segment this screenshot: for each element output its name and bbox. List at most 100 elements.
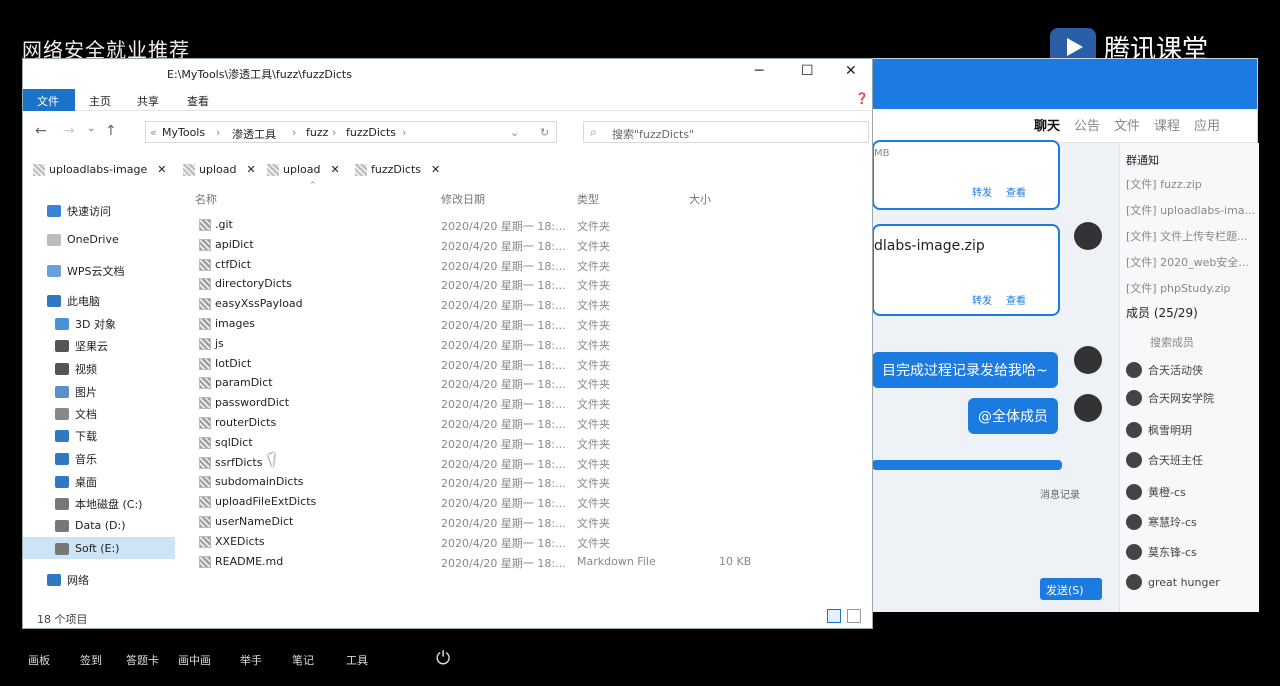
file-row[interactable]: IotDict 2020/4/20 星期一 18:... 文件夹 <box>193 354 853 374</box>
nav-onedrive[interactable]: OneDrive <box>47 233 119 246</box>
ribbon-share-tab[interactable]: 共享 <box>137 93 159 109</box>
address-dropdown-icon[interactable]: ⌄ <box>510 126 519 139</box>
close-tab-icon[interactable]: ✕ <box>157 163 166 176</box>
close-tab-icon[interactable]: ✕ <box>431 163 440 176</box>
toolbar-raise-hand[interactable]: 举手 <box>240 652 262 668</box>
avatar[interactable] <box>1074 222 1102 250</box>
nav-downloads[interactable]: 下载 <box>55 428 97 444</box>
search-box[interactable]: ⌕ 搜索"fuzzDicts" <box>583 121 869 143</box>
member-item[interactable]: 寒慧玲-cs <box>1126 514 1197 530</box>
file-row[interactable]: .git 2020/4/20 星期一 18:... 文件夹 <box>193 215 853 235</box>
member-item[interactable]: 莫东锋-cs <box>1126 544 1197 560</box>
avatar[interactable] <box>1074 346 1102 374</box>
ribbon-home-tab[interactable]: 主页 <box>89 93 111 109</box>
shared-file[interactable]: [文件] 文件上传专栏题... <box>1126 228 1248 244</box>
title-bar[interactable]: E:\MyTools\渗透工具\fuzz\fuzzDicts ─ ☐ ✕ <box>23 59 872 87</box>
file-message-bubble[interactable] <box>872 140 1060 210</box>
nav-quick-access[interactable]: 快速访问 <box>47 203 111 219</box>
toolbar-tools[interactable]: 工具 <box>346 652 368 668</box>
nav-3d-objects[interactable]: 3D 对象 <box>55 316 116 332</box>
file-row[interactable]: sqlDict 2020/4/20 星期一 18:... 文件夹 <box>193 433 853 453</box>
nav-drive-e[interactable]: Soft (E:) <box>55 542 119 555</box>
tab-notice[interactable]: 公告 <box>1074 115 1100 134</box>
nav-wps-cloud[interactable]: WPS云文档 <box>47 263 125 279</box>
member-search[interactable]: 搜索成员 <box>1150 334 1194 350</box>
tab-chat[interactable]: 聊天 <box>1034 115 1060 134</box>
forward-link[interactable]: 转发 <box>972 184 992 199</box>
column-header-size[interactable]: 大小 <box>689 191 711 207</box>
close-icon[interactable]: ✕ <box>845 63 857 79</box>
member-item[interactable]: 合天活动侠 <box>1126 362 1203 378</box>
large-icons-view-icon[interactable] <box>847 609 861 623</box>
view-link[interactable]: 查看 <box>1006 184 1026 199</box>
folder-tab-active[interactable]: fuzzDicts ✕ <box>355 163 440 176</box>
shared-file[interactable]: [文件] uploadlabs-ima... <box>1126 202 1255 218</box>
file-row[interactable]: ssrfDicts 2020/4/20 星期一 18:... 文件夹 <box>193 453 853 473</box>
group-notice-label[interactable]: 群通知 <box>1126 152 1159 168</box>
breadcrumb-segment[interactable]: MyTools <box>162 126 205 139</box>
file-row[interactable]: README.md 2020/4/20 星期一 18:... Markdown Fi… <box>193 552 853 572</box>
file-row[interactable]: uploadFileExtDicts 2020/4/20 星期一 18:... 文件… <box>193 492 853 512</box>
breadcrumb-segment[interactable]: fuzzDicts <box>346 126 396 139</box>
close-tab-icon[interactable]: ✕ <box>330 163 339 176</box>
view-link-2[interactable]: 查看 <box>1006 292 1026 307</box>
up-arrow-icon[interactable]: ↑ <box>105 123 117 139</box>
file-row[interactable]: ctfDict 2020/4/20 星期一 18:... 文件夹 <box>193 255 853 275</box>
help-icon[interactable]: ❓ <box>855 92 869 105</box>
nav-documents[interactable]: 文档 <box>55 406 97 422</box>
folder-tab[interactable]: upload ✕ <box>183 163 256 176</box>
nav-this-pc[interactable]: 此电脑 <box>47 293 100 309</box>
column-header-date[interactable]: 修改日期 <box>441 191 485 207</box>
file-row[interactable]: passwordDict 2020/4/20 星期一 18:... 文件夹 <box>193 393 853 413</box>
ribbon-view-tab[interactable]: 查看 <box>187 93 209 109</box>
toolbar-pip[interactable]: 画中画 <box>178 652 211 668</box>
toolbar-notes[interactable]: 笔记 <box>292 652 314 668</box>
file-row[interactable]: apiDict 2020/4/20 星期一 18:... 文件夹 <box>193 235 853 255</box>
nav-music[interactable]: 音乐 <box>55 451 97 467</box>
file-row[interactable]: directoryDicts 2020/4/20 星期一 18:... 文件夹 <box>193 274 853 294</box>
history-link[interactable]: 消息记录 <box>1040 486 1080 501</box>
breadcrumb-segment[interactable]: fuzz <box>306 126 328 139</box>
recent-dropdown-icon[interactable]: ⌄ <box>87 123 95 134</box>
file-row[interactable]: easyXssPayload 2020/4/20 星期一 18:... 文件夹 <box>193 294 853 314</box>
column-header-name[interactable]: 名称 <box>195 191 217 207</box>
refresh-icon[interactable]: ↻ <box>540 126 549 139</box>
folder-tab[interactable]: upload ✕ <box>267 163 340 176</box>
toolbar-whiteboard[interactable]: 画板 <box>28 652 50 668</box>
nav-jianguoyun[interactable]: 坚果云 <box>55 338 108 354</box>
file-row[interactable]: XXEDicts 2020/4/20 星期一 18:... 文件夹 <box>193 532 853 552</box>
file-row[interactable]: images 2020/4/20 星期一 18:... 文件夹 <box>193 314 853 334</box>
forward-arrow-icon[interactable]: → <box>63 123 75 139</box>
close-tab-icon[interactable]: ✕ <box>246 163 255 176</box>
nav-pictures[interactable]: 图片 <box>55 384 97 400</box>
toolbar-answer-card[interactable]: 答题卡 <box>126 652 159 668</box>
tab-courses[interactable]: 课程 <box>1154 115 1180 134</box>
send-button[interactable]: 发送(S) <box>1040 578 1102 600</box>
member-item[interactable]: 黄橙-cs <box>1126 484 1186 500</box>
shared-file[interactable]: [文件] 2020_web安全... <box>1126 254 1249 270</box>
file-row[interactable]: routerDicts 2020/4/20 星期一 18:... 文件夹 <box>193 413 853 433</box>
toolbar-checkin[interactable]: 签到 <box>80 652 102 668</box>
file-row[interactable]: paramDict 2020/4/20 星期一 18:... 文件夹 <box>193 373 853 393</box>
power-icon[interactable]: ⏻ <box>436 648 450 669</box>
member-item[interactable]: great hunger <box>1126 574 1220 590</box>
member-item[interactable]: 枫雪明玥 <box>1126 422 1192 438</box>
nav-desktop[interactable]: 桌面 <box>55 474 97 490</box>
back-arrow-icon[interactable]: ← <box>35 123 47 139</box>
nav-network[interactable]: 网络 <box>47 572 89 588</box>
maximize-icon[interactable]: ☐ <box>801 63 814 79</box>
address-bar[interactable]: « MyTools › 渗透工具 › fuzz › fuzzDicts › ⌄ … <box>145 121 557 143</box>
breadcrumb-segment[interactable]: 渗透工具 <box>232 126 276 142</box>
nav-videos[interactable]: 视频 <box>55 361 97 377</box>
file-row[interactable]: subdomainDicts 2020/4/20 星期一 18:... 文件夹 <box>193 472 853 492</box>
folder-tab[interactable]: uploadlabs-image ✕ <box>33 163 166 176</box>
tab-files[interactable]: 文件 <box>1114 115 1140 134</box>
avatar[interactable] <box>1074 394 1102 422</box>
nav-drive-d[interactable]: Data (D:) <box>55 519 126 532</box>
file-row[interactable]: userNameDict 2020/4/20 星期一 18:... 文件夹 <box>193 512 853 532</box>
member-item[interactable]: 合天班主任 <box>1126 452 1203 468</box>
ribbon-file-tab[interactable]: 文件 <box>23 89 75 111</box>
file-row[interactable]: js 2020/4/20 星期一 18:... 文件夹 <box>193 334 853 354</box>
forward-link-2[interactable]: 转发 <box>972 292 992 307</box>
nav-drive-c[interactable]: 本地磁盘 (C:) <box>55 496 142 512</box>
